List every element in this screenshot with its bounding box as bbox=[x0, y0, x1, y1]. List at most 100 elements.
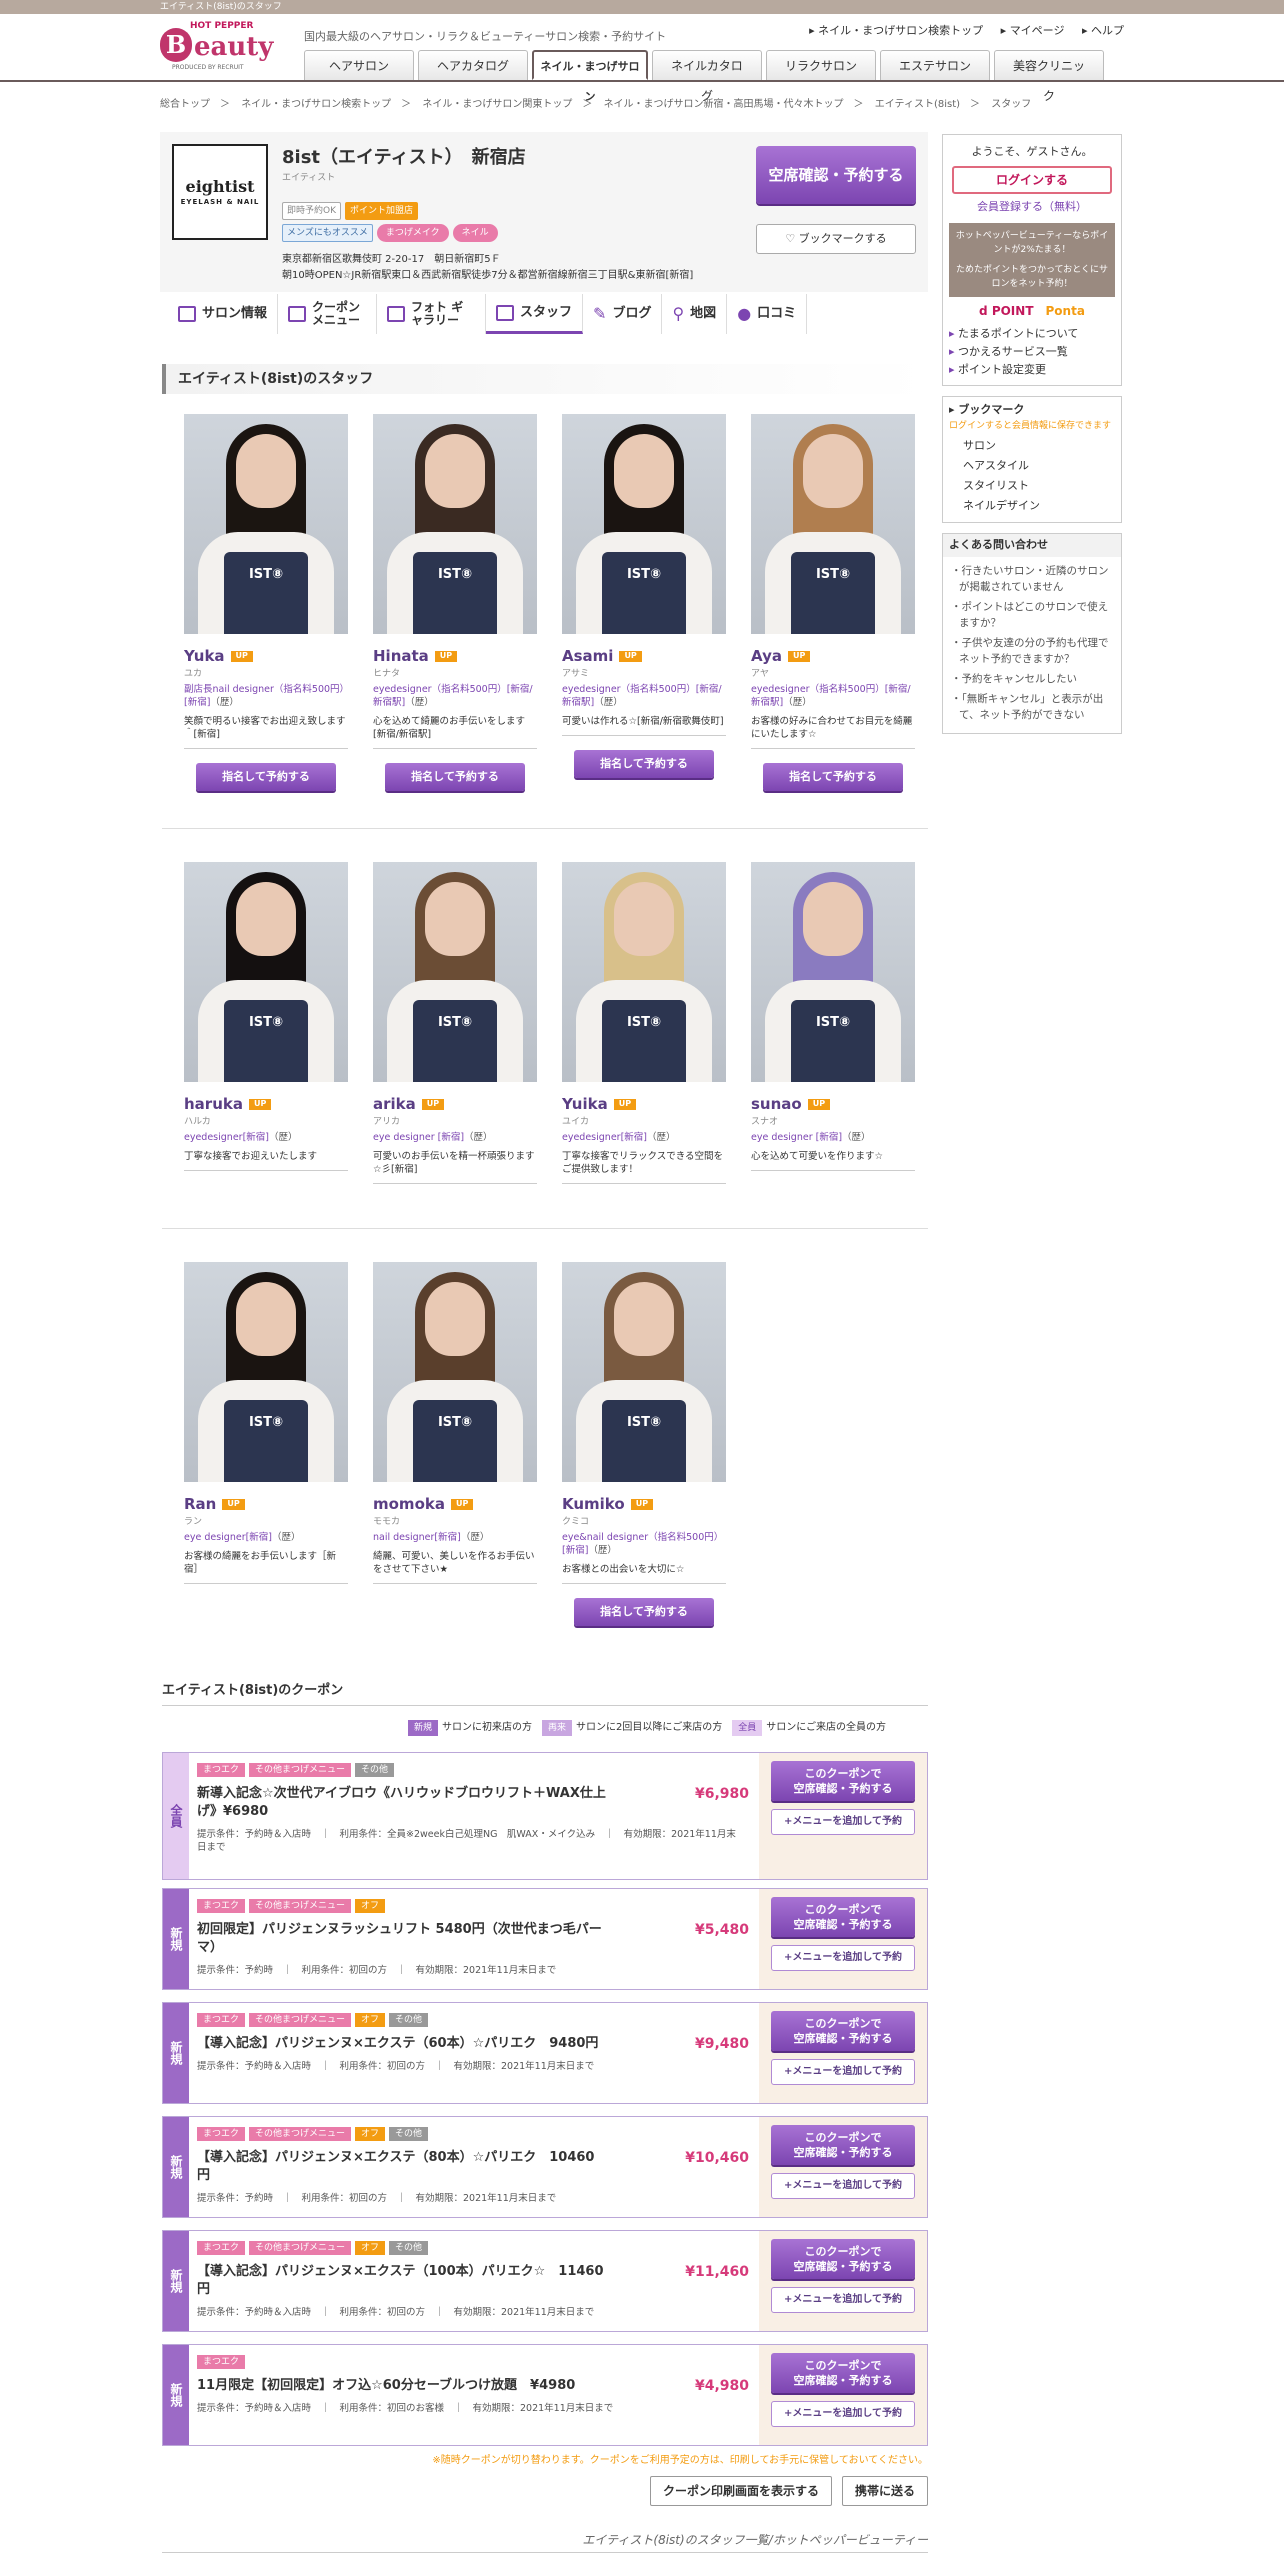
staff-photo[interactable]: IST⑧ bbox=[373, 862, 537, 1082]
crumb-salon[interactable]: エイティスト(8ist) ＞ bbox=[875, 99, 980, 110]
nav-relax[interactable]: リラクサロン bbox=[766, 50, 876, 80]
staff-name[interactable]: momoka bbox=[373, 1495, 445, 1513]
staff-kana: スナオ bbox=[751, 1117, 779, 1128]
staff-card: IST⑧ arika UP アリカ eye designer [新宿]（歴） 可愛いのお手… bbox=[373, 862, 537, 1184]
staff-name[interactable]: Aya bbox=[751, 647, 782, 665]
staff-face bbox=[614, 434, 674, 508]
bookmark-hairstyle[interactable]: ヘアスタイル bbox=[949, 456, 1115, 476]
crumb-top[interactable]: 総合トップ ＞ bbox=[160, 99, 230, 110]
staff-name[interactable]: Yuika bbox=[562, 1095, 608, 1113]
staff-photo[interactable]: IST⑧ bbox=[373, 1262, 537, 1482]
login-button[interactable]: ログインする bbox=[952, 165, 1112, 194]
bookmark-stylist[interactable]: スタイリスト bbox=[949, 476, 1115, 496]
coupon-reserve-button[interactable]: このクーポンで 空席確認・予約する bbox=[771, 2239, 915, 2279]
link-services[interactable]: つかえるサービス一覧 bbox=[949, 343, 1115, 361]
tab-salon-info[interactable]: サロン情報 bbox=[168, 294, 279, 334]
staff-reserve-button[interactable]: 指名して予約する bbox=[574, 749, 714, 778]
staff-reserve-button[interactable]: 指名して予約する bbox=[763, 762, 903, 791]
staff-name[interactable]: Hinata bbox=[373, 647, 429, 665]
faq-item[interactable]: 子供や友達の分の予約も代理でネット予約できますか？ bbox=[949, 635, 1115, 667]
coupon-add-menu-button[interactable]: +メニューを追加して予約 bbox=[771, 1809, 915, 1835]
reserve-button[interactable]: 空席確認・予約する bbox=[756, 146, 916, 204]
bookmark-salon[interactable]: サロン bbox=[949, 436, 1115, 456]
nav-hair[interactable]: ヘアサロン bbox=[304, 50, 414, 80]
staff-name[interactable]: Asami bbox=[562, 647, 613, 665]
staff-role-row: eyedesigner[新宿]（歴） bbox=[184, 1132, 348, 1145]
faq-item[interactable]: 行きたいサロン・近隣のサロンが掲載されていません bbox=[949, 563, 1115, 595]
staff-photo[interactable]: IST⑧ bbox=[184, 414, 348, 634]
staff-apron: IST⑧ bbox=[413, 552, 497, 634]
tab-gallery[interactable]: フォト ギャラリー bbox=[377, 294, 487, 334]
staff-photo[interactable]: IST⑧ bbox=[751, 414, 915, 634]
coupon-add-menu-button[interactable]: +メニューを追加して予約 bbox=[771, 2173, 915, 2199]
staff-photo[interactable]: IST⑧ bbox=[562, 862, 726, 1082]
coupon-reserve-button[interactable]: このクーポンで 空席確認・予約する bbox=[771, 1897, 915, 1937]
staff-name[interactable]: sunao bbox=[751, 1095, 802, 1113]
staff-photo[interactable]: IST⑧ bbox=[184, 862, 348, 1082]
coupon-add-menu-button[interactable]: +メニューを追加して予約 bbox=[771, 2059, 915, 2085]
coupon-type: 新規 bbox=[163, 2003, 189, 2103]
register-link[interactable]: 会員登録する（無料） bbox=[949, 200, 1115, 215]
coupon-add-menu-button[interactable]: +メニューを追加して予約 bbox=[771, 1945, 915, 1971]
house-icon bbox=[178, 306, 196, 322]
faq-item[interactable]: 予約をキャンセルしたい bbox=[949, 671, 1115, 687]
crumb-kanto[interactable]: ネイル・まつげサロン関東トップ ＞ bbox=[422, 99, 592, 110]
staff-name[interactable]: Ran bbox=[184, 1495, 216, 1513]
link-help[interactable]: ▸ ヘルプ bbox=[1082, 24, 1124, 37]
coupon-tag: その他 bbox=[389, 2127, 429, 2142]
site-logo[interactable]: HOT PEPPER B eauty PRODUCED BY RECRUIT bbox=[160, 20, 280, 72]
staff-kana: ラン bbox=[184, 1517, 203, 1528]
coupon-reserve-button[interactable]: このクーポンで 空席確認・予約する bbox=[771, 1761, 915, 1801]
staff-photo[interactable]: IST⑧ bbox=[373, 414, 537, 634]
send-mobile-button[interactable]: 携帯に送る bbox=[841, 2476, 928, 2506]
bookmark-title[interactable]: ▸ ブックマーク bbox=[949, 403, 1115, 418]
nav-esthe[interactable]: エステサロン bbox=[880, 50, 990, 80]
coupon-reserve-button[interactable]: このクーポンで 空席確認・予約する bbox=[771, 2125, 915, 2165]
crumb-search[interactable]: ネイル・まつげサロン検索トップ ＞ bbox=[241, 99, 411, 110]
up-badge: UP bbox=[222, 1499, 245, 1510]
link-about-points[interactable]: たまるポイントについて bbox=[949, 325, 1115, 343]
bookmark-nail[interactable]: ネイルデザイン bbox=[949, 496, 1115, 516]
divider bbox=[162, 828, 928, 829]
print-coupon-button[interactable]: クーポン印刷画面を表示する bbox=[649, 2476, 832, 2506]
staff-photo[interactable]: IST⑧ bbox=[562, 1262, 726, 1482]
coupon-reserve-button[interactable]: このクーポンで 空席確認・予約する bbox=[771, 2353, 915, 2393]
coupon-buttons: このクーポンで 空席確認・予約する +メニューを追加して予約 bbox=[759, 2345, 927, 2445]
faq-item[interactable]: 「無断キャンセル」と表示が出て、ネット予約ができない bbox=[949, 691, 1115, 723]
nav-nail-catalog[interactable]: ネイルカタログ bbox=[652, 50, 762, 103]
staff-apron: IST⑧ bbox=[413, 1000, 497, 1082]
link-search-top[interactable]: ▸ ネイル・まつげサロン検索トップ bbox=[809, 24, 983, 37]
coupon-add-menu-button[interactable]: +メニューを追加して予約 bbox=[771, 2287, 915, 2313]
link-point-settings[interactable]: ポイント設定変更 bbox=[949, 361, 1115, 379]
staff-photo[interactable]: IST⑧ bbox=[562, 414, 726, 634]
coupon-info: 提示条件：予約時＆入店時 ｜ 利用条件：初回の方 ｜ 有効期限：2021年11月… bbox=[197, 2061, 595, 2073]
staff-reserve-button[interactable]: 指名して予約する bbox=[385, 762, 525, 791]
crumb-area[interactable]: ネイル・まつげサロン新宿・高田馬場・代々木トップ ＞ bbox=[604, 99, 864, 110]
nav-nail-eyelash[interactable]: ネイル・まつげサロン bbox=[532, 50, 648, 103]
tab-map[interactable]: ⚲ 地図 bbox=[662, 294, 728, 334]
tab-blog[interactable]: ✎ ブログ bbox=[583, 294, 663, 334]
coupon-buttons: このクーポンで 空席確認・予約する +メニューを追加して予約 bbox=[759, 1889, 927, 1989]
link-mypage[interactable]: ▸ マイページ bbox=[1001, 24, 1065, 37]
staff-reserve-button[interactable]: 指名して予約する bbox=[574, 1597, 714, 1626]
staff-name[interactable]: arika bbox=[373, 1095, 416, 1113]
tab-staff[interactable]: スタッフ bbox=[486, 294, 584, 334]
coupon-reserve-button[interactable]: このクーポンで 空席確認・予約する bbox=[771, 2011, 915, 2051]
coupon-buttons: このクーポンで 空席確認・予約する +メニューを追加して予約 bbox=[759, 2117, 927, 2217]
coupon-add-menu-button[interactable]: +メニューを追加して予約 bbox=[771, 2401, 915, 2427]
faq-item[interactable]: ポイントはどこのサロンで使えますか？ bbox=[949, 599, 1115, 631]
tab-review[interactable]: ● 口コミ bbox=[727, 294, 808, 334]
staff-reserve-button[interactable]: 指名して予約する bbox=[196, 762, 336, 791]
staff-name[interactable]: haruka bbox=[184, 1095, 243, 1113]
staff-photo[interactable]: IST⑧ bbox=[184, 1262, 348, 1482]
tab-coupon[interactable]: クーポン メニュー bbox=[278, 294, 378, 334]
staff-name[interactable]: Yuka bbox=[184, 647, 225, 665]
staff-photo[interactable]: IST⑧ bbox=[751, 862, 915, 1082]
bookmark-button[interactable]: ♡ ブックマークする bbox=[756, 224, 916, 254]
top-links: ▸ ネイル・まつげサロン検索トップ ▸ マイページ ▸ ヘルプ bbox=[795, 24, 1124, 39]
nav-clinic[interactable]: 美容クリニック bbox=[994, 50, 1104, 103]
nav-hair-catalog[interactable]: ヘアカタログ bbox=[418, 50, 528, 80]
coupon-tags: まつエク その他まつげメニュー オフ その他 bbox=[197, 2013, 751, 2028]
legend-repeat: 再来 サロンに2回目以降にご来店の方 bbox=[542, 1720, 722, 1737]
staff-name[interactable]: Kumiko bbox=[562, 1495, 625, 1513]
